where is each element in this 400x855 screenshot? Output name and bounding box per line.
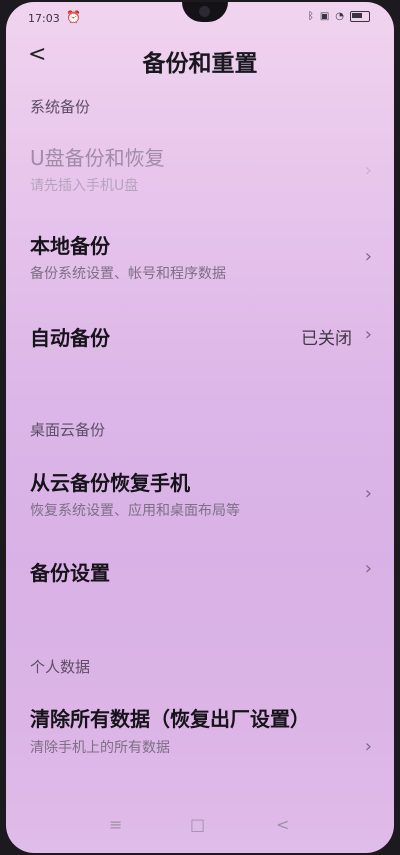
- back-icon[interactable]: <: [276, 815, 289, 834]
- page-header: < 备份和重置: [6, 36, 394, 80]
- vibrate-icon: ▣: [319, 11, 330, 22]
- section-title-system-backup: 系统备份: [30, 98, 91, 116]
- chevron-right-icon: ›: [364, 160, 372, 181]
- status-time: 17:03: [28, 12, 60, 25]
- chevron-right-icon: ›: [364, 246, 372, 267]
- status-icons: ᛒ ▣ ◔: [308, 11, 370, 22]
- local-backup-title: 本地备份: [30, 234, 110, 258]
- factory-reset-subtitle: 清除手机上的所有数据: [30, 740, 170, 756]
- bluetooth-icon: ᛒ: [307, 11, 314, 22]
- backup-settings-title: 备份设置: [30, 561, 110, 585]
- alarm-icon: ⏰: [66, 10, 81, 24]
- usb-backup-item[interactable]: U盘备份和恢复 请先插入手机U盘 ›: [30, 142, 380, 195]
- backup-settings-item[interactable]: 备份设置 ›: [30, 557, 380, 586]
- auto-backup-value: 已关闭: [301, 329, 352, 349]
- factory-reset-item[interactable]: 清除所有数据（恢复出厂设置） 清除手机上的所有数据 ›: [30, 706, 380, 757]
- cloud-restore-subtitle: 恢复系统设置、应用和桌面布局等: [30, 503, 240, 519]
- local-backup-item[interactable]: 本地备份 备份系统设置、帐号和程序数据 ›: [30, 230, 380, 283]
- chevron-right-icon: ›: [364, 558, 372, 579]
- chevron-right-icon: ›: [364, 483, 372, 504]
- phone-frame: 17:03 ⏰ ᛒ ▣ ◔ < 备份和重置 系统备份 U盘备份和恢复 请先插入手…: [0, 0, 400, 855]
- wifi-icon: ◔: [335, 11, 344, 22]
- local-backup-subtitle: 备份系统设置、帐号和程序数据: [30, 266, 226, 282]
- page-title: 备份和重置: [142, 51, 258, 77]
- chevron-right-icon: ›: [364, 736, 372, 757]
- menu-icon[interactable]: ≡: [109, 815, 122, 834]
- battery-icon: [350, 11, 370, 22]
- cloud-restore-item[interactable]: 从云备份恢复手机 恢复系统设置、应用和桌面布局等 ›: [30, 467, 380, 520]
- status-bar: 17:03 ⏰ ᛒ ▣ ◔: [6, 2, 394, 30]
- section-title-personal-data: 个人数据: [30, 658, 91, 676]
- section-title-desktop-cloud: 桌面云备份: [30, 421, 106, 439]
- factory-reset-title: 清除所有数据（恢复出厂设置）: [30, 707, 310, 731]
- usb-backup-subtitle: 请先插入手机U盘: [30, 178, 139, 194]
- cloud-restore-title: 从云备份恢复手机: [30, 471, 190, 495]
- settings-screen: 17:03 ⏰ ᛒ ▣ ◔ < 备份和重置 系统备份 U盘备份和恢复 请先插入手…: [6, 2, 394, 853]
- home-icon[interactable]: □: [190, 815, 205, 834]
- chevron-right-icon: ›: [364, 324, 372, 345]
- usb-backup-title: U盘备份和恢复: [30, 146, 165, 170]
- auto-backup-item[interactable]: 自动备份 已关闭 ›: [30, 322, 380, 351]
- system-navigation-bar: ≡ □ <: [6, 815, 394, 835]
